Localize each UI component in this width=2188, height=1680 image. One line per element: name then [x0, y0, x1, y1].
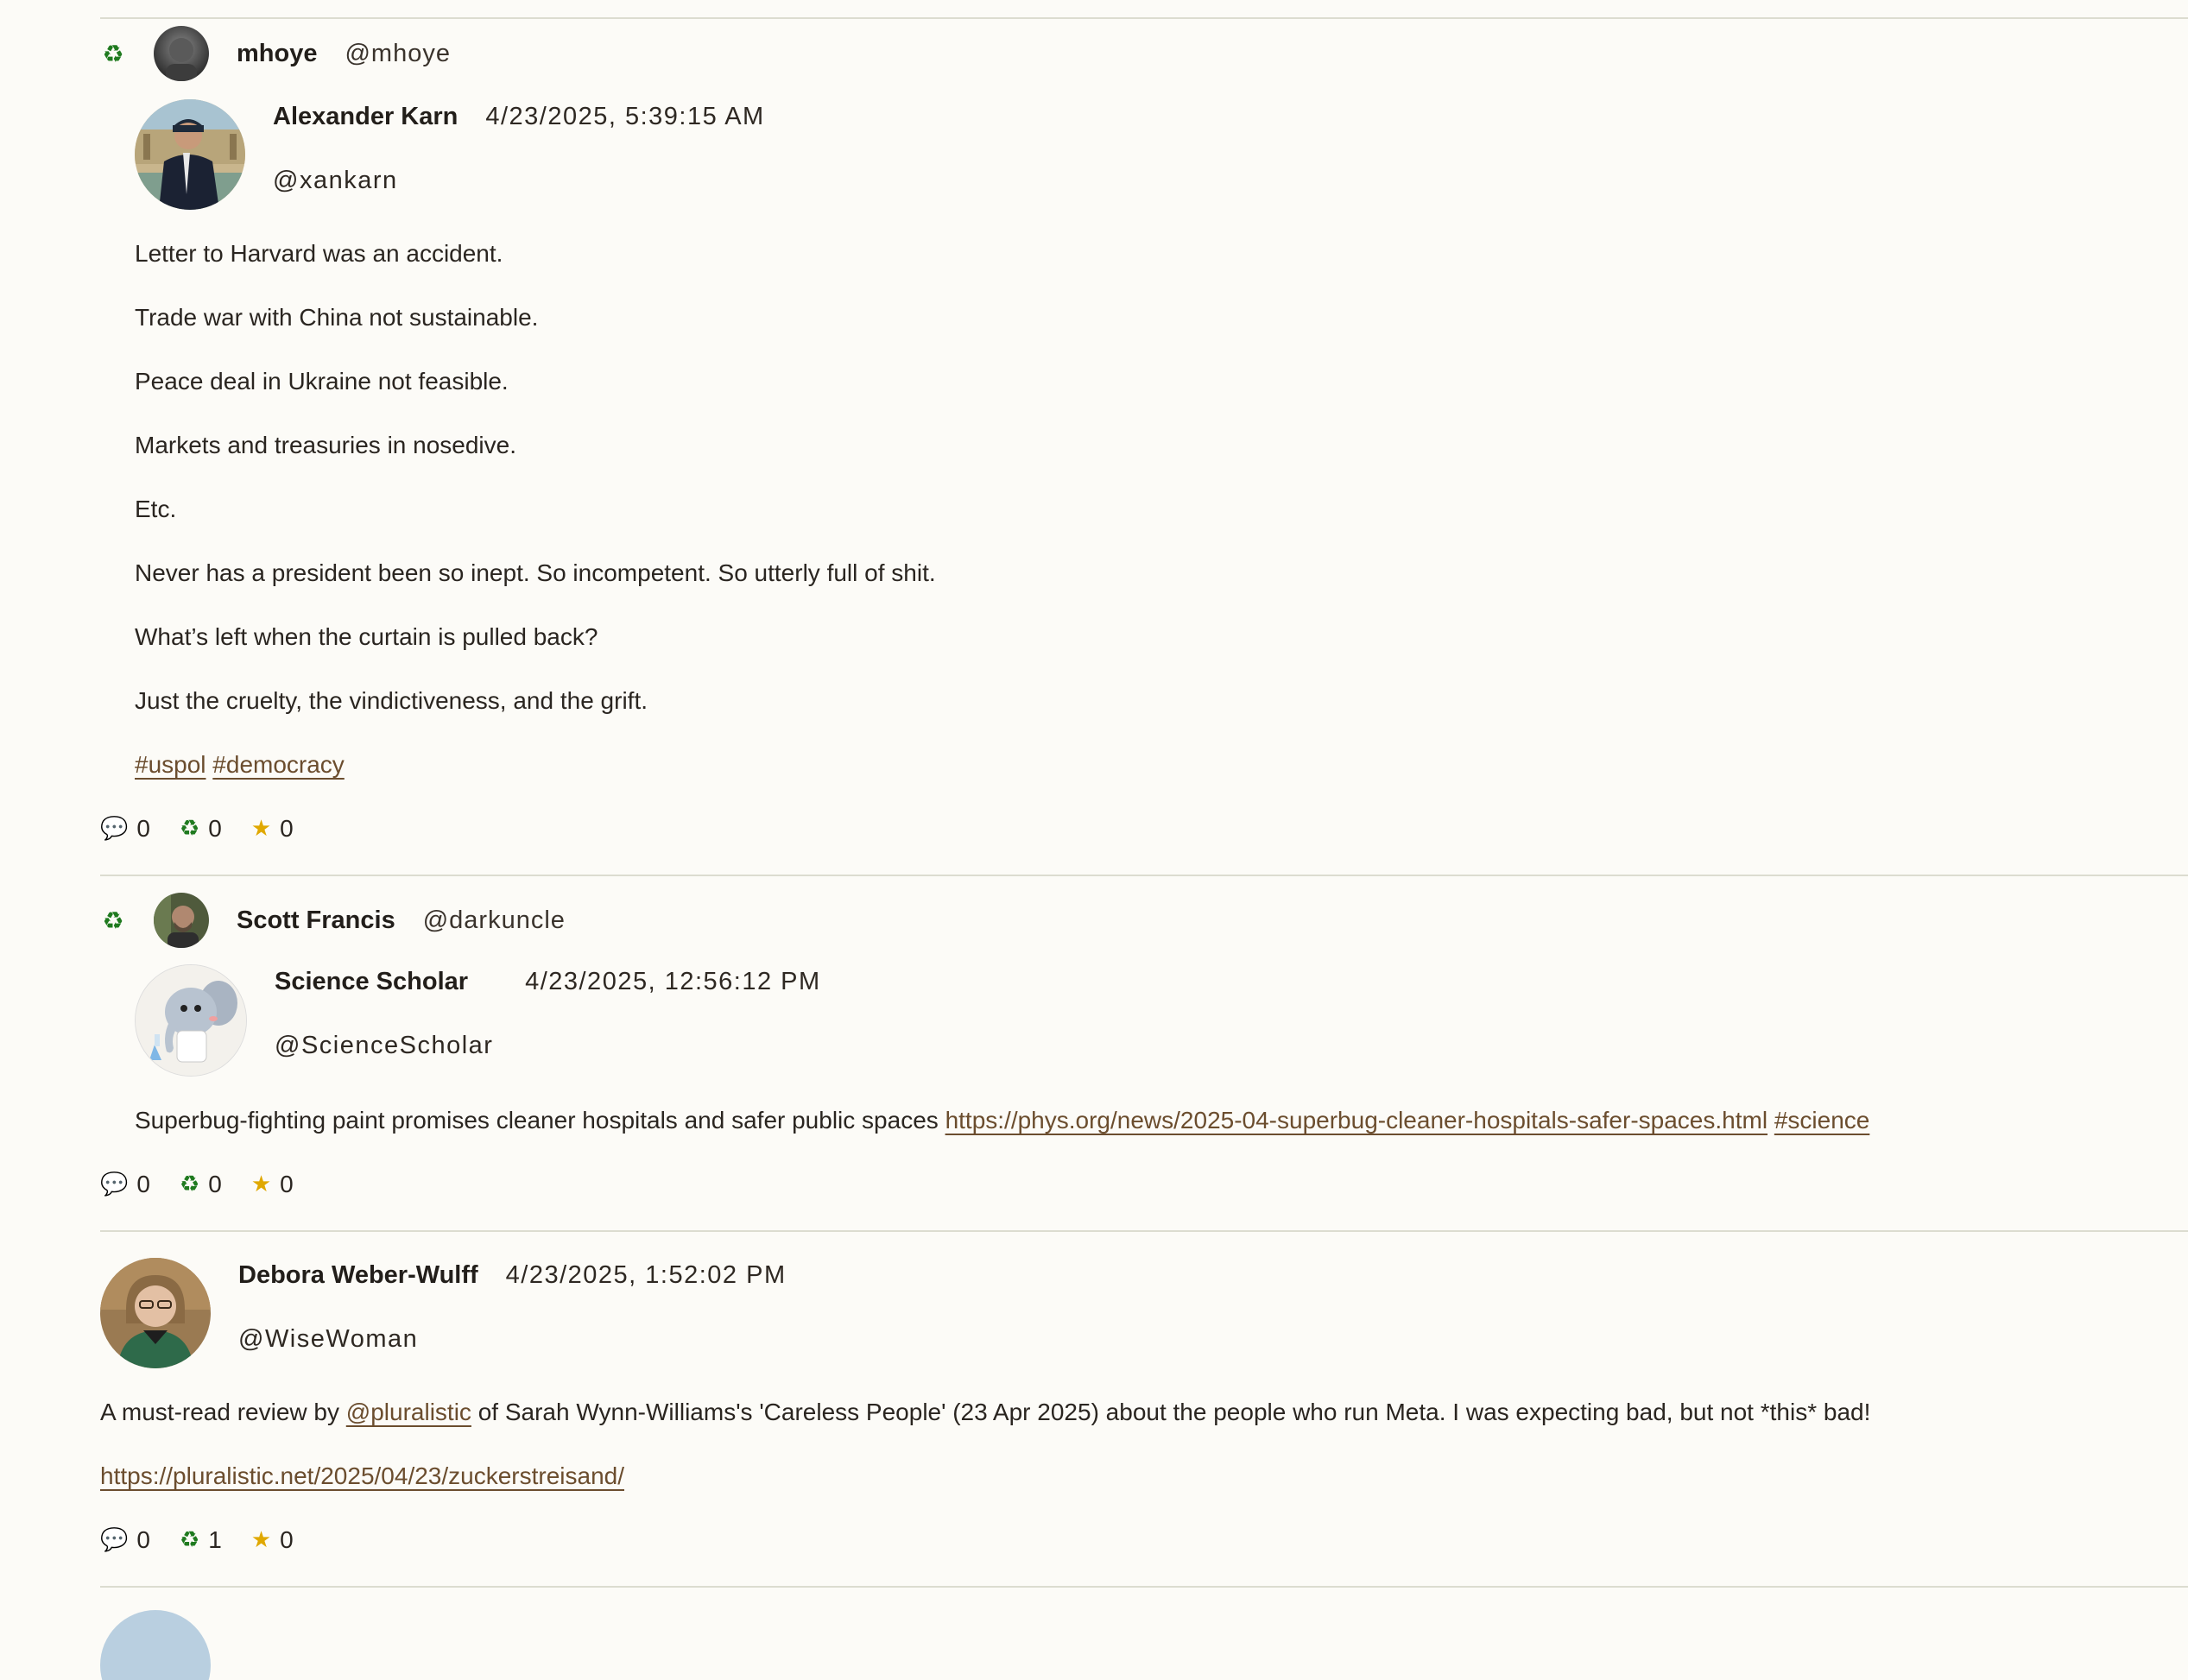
paragraph: A must-read review by @pluralistic of Sa…	[100, 1380, 2188, 1444]
post-content: Superbug-fighting paint promises cleaner…	[135, 1089, 2188, 1153]
avatar[interactable]	[135, 99, 245, 210]
author-handle[interactable]: @xankarn	[273, 167, 765, 195]
post-date[interactable]: 4/23/2025, 5:39:15 AM	[485, 103, 764, 131]
boost-row: ♻ Scott Francis @darkuncle	[100, 890, 2188, 951]
favourite-count: 0	[280, 1171, 294, 1197]
post-body: Alexander Karn 4/23/2025, 5:39:15 AM @xa…	[100, 99, 2188, 797]
paragraph: Markets and treasuries in nosedive.	[135, 432, 516, 458]
author-block: Debora Weber-Wulff 4/23/2025, 1:52:02 PM…	[100, 1258, 2188, 1368]
hashtag-link[interactable]: #science	[1774, 1107, 1870, 1134]
author-line: Science Scholar 4/23/2025, 12:56:12 PM	[275, 968, 821, 1006]
article-link[interactable]: https://phys.org/news/2025-04-superbug-c…	[945, 1107, 1767, 1134]
star-icon: ★	[250, 1527, 272, 1553]
avatar[interactable]	[154, 893, 209, 948]
paragraph: Superbug-fighting paint promises cleaner…	[135, 1089, 2188, 1153]
favourite-button[interactable]: ★ 0	[251, 1526, 294, 1554]
next-post-avatar[interactable]	[100, 1610, 211, 1680]
divider	[100, 17, 2188, 19]
booster-name[interactable]: mhoye	[237, 40, 317, 68]
post-text: A must-read review by	[100, 1399, 339, 1425]
author-handle[interactable]: @ScienceScholar	[275, 1032, 821, 1060]
star-icon: ★	[250, 816, 272, 842]
recycle-icon: ♻	[102, 906, 124, 935]
post-content: Letter to Harvard was an accident. Trade…	[135, 222, 2188, 797]
reply-button[interactable]: 💬 0	[100, 1171, 150, 1198]
recycle-icon: ♻	[179, 1527, 200, 1553]
paragraph: Peace deal in Ukraine not feasible.	[135, 368, 509, 395]
favourite-button[interactable]: ★ 0	[251, 815, 294, 843]
post-actions: 💬 0 ♻ 0 ★ 0	[100, 1153, 2188, 1216]
booster-handle[interactable]: @darkuncle	[423, 906, 566, 935]
boost-count: 0	[208, 1171, 222, 1197]
boost-count: 0	[208, 815, 222, 842]
post-text: of Sarah Wynn-Williams's 'Careless Peopl…	[477, 1399, 1871, 1425]
star-icon: ★	[250, 1172, 272, 1197]
post-3: Debora Weber-Wulff 4/23/2025, 1:52:02 PM…	[100, 1258, 2188, 1572]
author-name[interactable]: Science Scholar	[275, 968, 468, 996]
booster-name[interactable]: Scott Francis	[237, 906, 395, 935]
paragraph: Just the cruelty, the vindictiveness, an…	[135, 687, 648, 714]
paragraph: What’s left when the curtain is pulled b…	[135, 623, 598, 650]
favourite-count: 0	[280, 815, 294, 842]
reply-count: 0	[136, 815, 150, 842]
boost-button[interactable]: ♻ 1	[180, 1526, 222, 1554]
avatar[interactable]	[100, 1258, 211, 1368]
post-content: A must-read review by @pluralistic of Sa…	[100, 1380, 2188, 1508]
divider	[100, 875, 2188, 876]
recycle-icon: ♻	[179, 1172, 200, 1197]
post-body: Science Scholar 4/23/2025, 12:56:12 PM @…	[100, 964, 2188, 1153]
divider	[100, 1230, 2188, 1232]
post-actions: 💬 0 ♻ 0 ★ 0	[100, 797, 2188, 861]
favourite-count: 0	[280, 1526, 294, 1553]
favourite-button[interactable]: ★ 0	[251, 1171, 294, 1198]
hashtag-link[interactable]: #uspol	[135, 751, 206, 778]
author-line: Alexander Karn 4/23/2025, 5:39:15 AM	[273, 103, 765, 141]
author-name[interactable]: Debora Weber-Wulff	[238, 1261, 478, 1290]
avatar[interactable]	[154, 26, 209, 81]
recycle-icon: ♻	[179, 816, 200, 842]
paragraph: https://pluralistic.net/2025/04/23/zucke…	[100, 1444, 2188, 1508]
paragraph: Letter to Harvard was an accident.	[135, 240, 503, 267]
reply-count: 0	[136, 1526, 150, 1553]
author-meta: Science Scholar 4/23/2025, 12:56:12 PM @…	[275, 964, 821, 1060]
avatar[interactable]	[135, 964, 247, 1077]
paragraph: Never has a president been so inept. So …	[135, 559, 936, 586]
hashtags: #uspol #democracy	[135, 733, 2188, 797]
recycle-icon: ♻	[102, 39, 124, 68]
author-meta: Debora Weber-Wulff 4/23/2025, 1:52:02 PM…	[238, 1258, 787, 1354]
article-link[interactable]: https://pluralistic.net/2025/04/23/zucke…	[100, 1462, 624, 1489]
speech-bubble-icon: 💬	[100, 1172, 129, 1197]
boost-button[interactable]: ♻ 0	[180, 1171, 222, 1198]
post-text: Superbug-fighting paint promises cleaner…	[135, 1107, 939, 1134]
mention-link[interactable]: @pluralistic	[346, 1399, 471, 1425]
reply-count: 0	[136, 1171, 150, 1197]
author-block: Alexander Karn 4/23/2025, 5:39:15 AM @xa…	[135, 99, 2188, 210]
speech-bubble-icon: 💬	[100, 1527, 129, 1553]
author-line: Debora Weber-Wulff 4/23/2025, 1:52:02 PM	[238, 1261, 787, 1299]
hashtag-link[interactable]: #democracy	[212, 751, 345, 778]
post-1: ♻ mhoye @mhoye Alexander Karn 4/23/2025,…	[100, 23, 2188, 861]
post-actions: 💬 0 ♻ 1 ★ 0	[100, 1508, 2188, 1572]
paragraph: Etc.	[135, 496, 177, 522]
boost-row: ♻ mhoye @mhoye	[100, 23, 2188, 84]
booster-handle[interactable]: @mhoye	[345, 40, 450, 68]
author-name[interactable]: Alexander Karn	[273, 103, 458, 131]
speech-bubble-icon: 💬	[100, 816, 129, 842]
author-meta: Alexander Karn 4/23/2025, 5:39:15 AM @xa…	[273, 99, 765, 195]
reply-button[interactable]: 💬 0	[100, 1526, 150, 1554]
post-date[interactable]: 4/23/2025, 12:56:12 PM	[525, 968, 821, 996]
timeline: ♻ mhoye @mhoye Alexander Karn 4/23/2025,…	[100, 0, 2188, 1680]
reply-button[interactable]: 💬 0	[100, 815, 150, 843]
author-handle[interactable]: @WiseWoman	[238, 1325, 787, 1354]
author-block: Science Scholar 4/23/2025, 12:56:12 PM @…	[135, 964, 2188, 1077]
paragraph: Trade war with China not sustainable.	[135, 304, 539, 331]
post-2: ♻ Scott Francis @darkuncle Science Schol…	[100, 890, 2188, 1216]
divider	[100, 1586, 2188, 1588]
boost-count: 1	[208, 1526, 222, 1553]
boost-button[interactable]: ♻ 0	[180, 815, 222, 843]
post-date[interactable]: 4/23/2025, 1:52:02 PM	[506, 1261, 787, 1290]
